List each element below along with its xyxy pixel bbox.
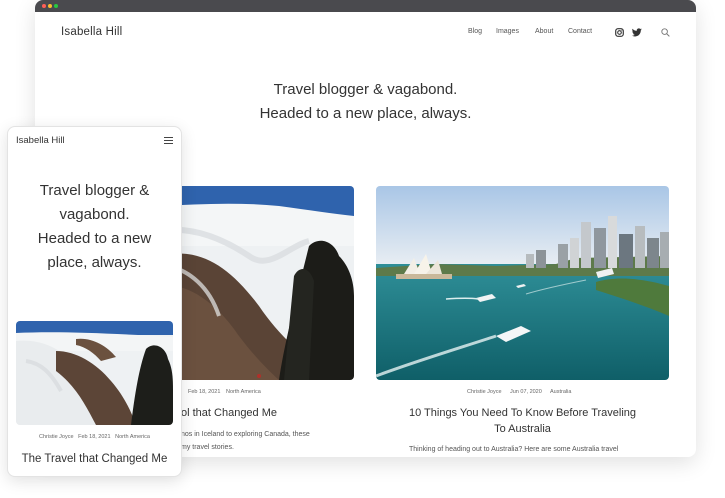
menu-icon[interactable] [164, 137, 173, 144]
mobile-post-author[interactable]: Christie Joyce [39, 434, 74, 440]
post-1-category[interactable]: North America [226, 389, 261, 395]
post-1-title[interactable]: ol that Changed Me [181, 405, 277, 421]
post-image-snow-hill[interactable] [159, 186, 354, 380]
post-2-category[interactable]: Australia [550, 389, 571, 395]
post-2-title-line-1[interactable]: 10 Things You Need To Know Before Travel… [376, 405, 669, 421]
nav-contact[interactable]: Contact [568, 28, 592, 35]
post-2-author[interactable]: Christie Joyce [467, 389, 502, 395]
instagram-icon[interactable] [615, 28, 624, 37]
sydney-harbour-photo [376, 186, 669, 380]
mobile-snow-hill-photo [16, 321, 173, 425]
post-2-date: Jun 07, 2020 [510, 389, 542, 395]
mobile-post-meta: Christie Joyce Feb 18, 2021 North Americ… [8, 434, 181, 440]
maximize-window-dot[interactable] [54, 4, 58, 8]
close-window-dot[interactable] [42, 4, 46, 8]
hero-heading-line-2: Headed to a new place, always. [259, 105, 472, 122]
post-1-excerpt-line-1: nos in Iceland to exploring Canada, thes… [181, 431, 310, 438]
mobile-post-image-snow-hill[interactable] [16, 321, 173, 425]
mobile-preview-window: Isabella Hill Travel blogger & vagabond.… [7, 126, 182, 477]
nav-blog[interactable]: Blog [468, 28, 482, 35]
mobile-hero-line-3: Headed to a new [37, 230, 152, 247]
mobile-site-brand[interactable]: Isabella Hill [16, 135, 65, 146]
mobile-hero-heading: Travel blogger & vagabond. Headed to a n… [8, 179, 181, 275]
post-2-title-line-2[interactable]: To Australia [376, 421, 669, 437]
post-1-date: Feb 18, 2021 [188, 389, 221, 395]
mobile-hero-line-1: Travel blogger & [39, 182, 150, 199]
mobile-hero-line-4: place, always. [47, 254, 142, 271]
window-titlebar [35, 0, 696, 12]
post-image-sydney-harbour[interactable] [376, 186, 669, 380]
mobile-post-category[interactable]: North America [115, 434, 150, 440]
twitter-icon[interactable] [632, 28, 642, 37]
hero-heading-line-1: Travel blogger & vagabond. [273, 81, 458, 98]
nav-about[interactable]: About [535, 28, 553, 35]
post-2-excerpt: Thinking of heading out to Australia? He… [409, 446, 619, 453]
minimize-window-dot[interactable] [48, 4, 52, 8]
mobile-post-title[interactable]: The Travel that Changed Me [8, 453, 181, 465]
nav-images[interactable]: Images [496, 28, 519, 35]
post-1-excerpt-line-2: my travel stories. [181, 444, 234, 451]
search-icon[interactable] [661, 28, 670, 37]
mobile-post-date: Feb 18, 2021 [78, 434, 111, 440]
mobile-hero-line-2: vagabond. [59, 206, 130, 223]
snow-hill-photo [159, 186, 354, 380]
site-brand[interactable]: Isabella Hill [61, 26, 122, 38]
